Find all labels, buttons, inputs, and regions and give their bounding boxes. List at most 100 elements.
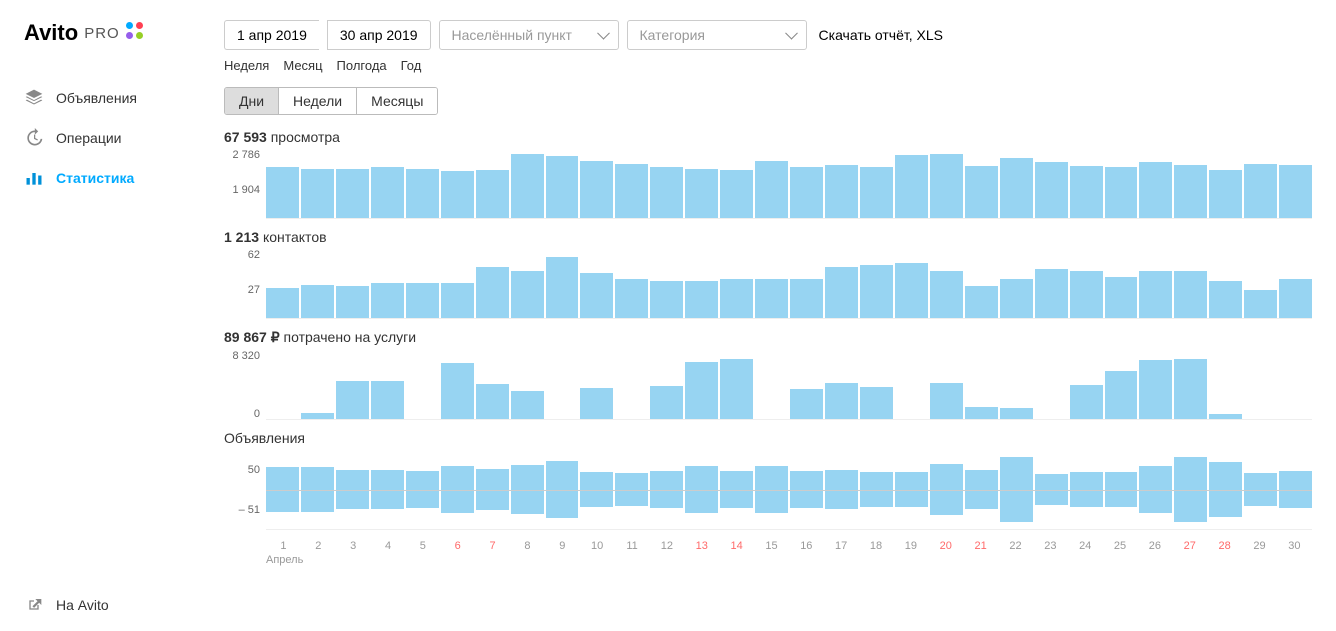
- bar: [301, 285, 334, 319]
- bar: [1244, 164, 1277, 218]
- bar: [1139, 162, 1172, 218]
- bar: [1279, 165, 1312, 218]
- period-year[interactable]: Год: [401, 58, 422, 73]
- bar: [685, 362, 718, 419]
- bar: [685, 281, 718, 318]
- bar: [1209, 281, 1242, 318]
- download-link[interactable]: Скачать отчёт, XLS: [819, 27, 943, 43]
- bar: [930, 271, 963, 318]
- bar: [1174, 450, 1207, 529]
- bar: [1139, 271, 1172, 318]
- tab-weeks[interactable]: Недели: [279, 88, 357, 114]
- period-month[interactable]: Месяц: [283, 58, 322, 73]
- bar: [336, 450, 369, 529]
- logo-main: Avito: [24, 20, 78, 46]
- bar: [685, 450, 718, 529]
- bar: [1139, 360, 1172, 419]
- chart-contacts: 1 213 контактов 62 27: [224, 229, 1312, 319]
- bar: [1139, 450, 1172, 529]
- x-tick: 24: [1068, 540, 1103, 552]
- bar: [1000, 408, 1033, 419]
- ytick: 0: [254, 408, 260, 420]
- footer-link-avito[interactable]: На Avito: [0, 579, 200, 631]
- sidebar-nav: Объявления Операции Статистика: [0, 70, 200, 206]
- sidebar-item-label: Операции: [56, 130, 122, 146]
- bar: [1244, 290, 1277, 318]
- chart-views-yaxis: 2 786 1 904: [224, 149, 266, 219]
- bar: [336, 381, 369, 419]
- logo: Avito PRO: [0, 20, 200, 70]
- bar: [1174, 359, 1207, 419]
- sidebar-item-stats[interactable]: Статистика: [0, 158, 200, 198]
- bar: [546, 156, 579, 218]
- x-tick: 9: [545, 540, 580, 552]
- ytick: 1 904: [232, 184, 260, 196]
- bar: [1000, 158, 1033, 218]
- bar: [825, 267, 858, 318]
- bar: [1070, 166, 1103, 218]
- date-to-button[interactable]: 30 апр 2019: [327, 20, 431, 50]
- bar: [755, 450, 788, 529]
- bar: [930, 154, 963, 218]
- x-tick: 3: [336, 540, 371, 552]
- logo-dots-icon: [126, 22, 148, 44]
- x-tick: 4: [371, 540, 406, 552]
- ytick: 62: [248, 249, 260, 261]
- bar: [930, 383, 963, 419]
- bar: [650, 386, 683, 419]
- bar: [580, 388, 613, 419]
- bar: [825, 450, 858, 529]
- bar: [720, 279, 753, 318]
- layers-icon: [24, 88, 44, 108]
- bar: [301, 413, 334, 419]
- chart-ads-bars: [266, 450, 1312, 530]
- bar: [301, 450, 334, 529]
- x-tick: 1: [266, 540, 301, 552]
- bar: [301, 169, 334, 218]
- x-tick: 26: [1137, 540, 1172, 552]
- city-dropdown[interactable]: Населённый пункт: [439, 20, 619, 50]
- bar: [1070, 271, 1103, 318]
- chart-contacts-title: 1 213 контактов: [224, 229, 1312, 245]
- chart-contacts-unit: контактов: [263, 229, 327, 245]
- sidebar-item-ads[interactable]: Объявления: [0, 78, 200, 118]
- chart-spend-title: 89 867 ₽ потрачено на услуги: [224, 329, 1312, 346]
- period-links: Неделя Месяц Полгода Год: [224, 58, 1312, 73]
- bar: [615, 279, 648, 318]
- history-icon: [24, 128, 44, 148]
- bar: [511, 154, 544, 218]
- bars-icon: [24, 168, 44, 188]
- date-from-button[interactable]: 1 апр 2019: [224, 20, 319, 50]
- period-week[interactable]: Неделя: [224, 58, 269, 73]
- bar: [685, 169, 718, 218]
- bar: [790, 450, 823, 529]
- bar: [371, 283, 404, 318]
- filters-row: 1 апр 2019 30 апр 2019 Населённый пункт …: [224, 20, 1312, 50]
- bar: [895, 155, 928, 218]
- bar: [790, 389, 823, 419]
- tab-days[interactable]: Дни: [225, 88, 279, 114]
- bar: [860, 265, 893, 318]
- x-tick: 21: [963, 540, 998, 552]
- chart-views-bars: [266, 149, 1312, 219]
- bar: [371, 167, 404, 218]
- sidebar-item-operations[interactable]: Операции: [0, 118, 200, 158]
- bar: [371, 450, 404, 529]
- bar: [615, 450, 648, 529]
- x-tick: 22: [998, 540, 1033, 552]
- chart-views-title: 67 593 просмотра: [224, 129, 1312, 145]
- x-tick: 7: [475, 540, 510, 552]
- bar: [1035, 162, 1068, 218]
- category-dropdown[interactable]: Категория: [627, 20, 807, 50]
- month-label: Апрель: [224, 554, 1312, 566]
- granularity-tabs: Дни Недели Месяцы: [224, 87, 438, 115]
- bar: [1105, 371, 1138, 419]
- chart-ads-yaxis: 50 – 51: [224, 450, 266, 530]
- bar: [441, 283, 474, 318]
- bar: [965, 450, 998, 529]
- period-half[interactable]: Полгода: [337, 58, 387, 73]
- ytick: 8 320: [232, 350, 260, 362]
- bar: [1105, 277, 1138, 318]
- tab-months[interactable]: Месяцы: [357, 88, 437, 114]
- bar: [1209, 450, 1242, 529]
